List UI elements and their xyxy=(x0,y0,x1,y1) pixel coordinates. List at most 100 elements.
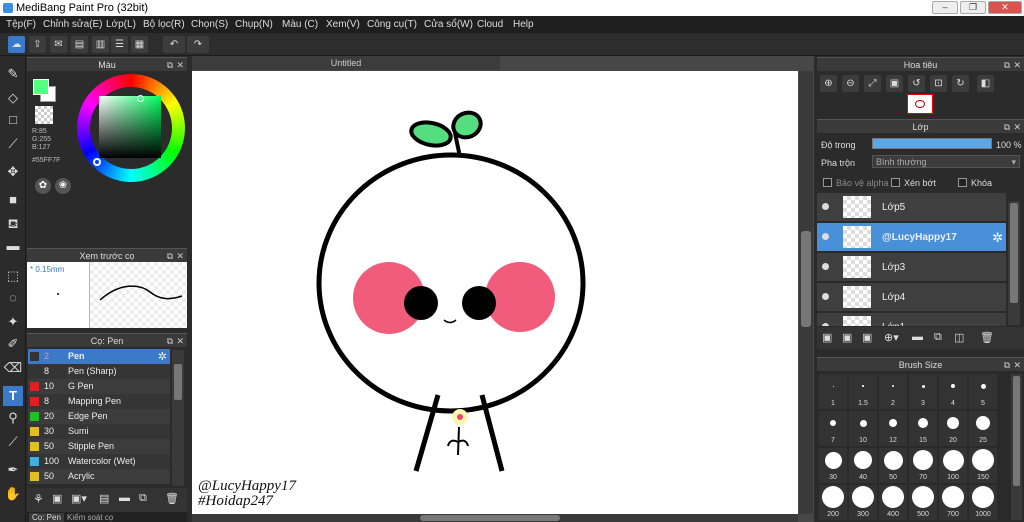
brush-item[interactable]: 50 Stipple Pen xyxy=(28,439,170,454)
minimize-button[interactable]: – xyxy=(932,1,958,14)
flip-icon[interactable]: ◧ xyxy=(977,75,994,92)
close-icon[interactable]: ✕ xyxy=(176,334,184,348)
layer-settings-icon[interactable]: ✲ xyxy=(992,230,1003,246)
gradient-tool-icon[interactable]: ▬ xyxy=(3,236,23,256)
brush-size-cell[interactable]: 2 xyxy=(879,374,907,409)
visibility-icon[interactable] xyxy=(822,293,829,300)
close-icon[interactable]: ✕ xyxy=(176,249,184,263)
magic-wand-icon[interactable]: ✦ xyxy=(3,312,23,332)
brush-size-cell[interactable]: 1.5 xyxy=(849,374,877,409)
visibility-icon[interactable] xyxy=(822,263,829,270)
brush-size-cell[interactable]: 300 xyxy=(849,485,877,520)
brush-item[interactable]: 10 G Pen xyxy=(28,379,170,394)
saturation-square[interactable] xyxy=(99,96,161,158)
close-icon[interactable]: ✕ xyxy=(1013,358,1021,372)
close-button[interactable]: ✕ xyxy=(988,1,1022,14)
color-picker-icon[interactable]: ❀ xyxy=(55,178,71,194)
eyedropper-icon[interactable]: ✒ xyxy=(3,460,23,480)
comment-icon[interactable]: ✉ xyxy=(50,36,67,53)
brush-menu-icon[interactable]: ▣▾ xyxy=(71,492,87,505)
list-icon[interactable]: ☰ xyxy=(111,36,128,53)
detach-icon[interactable]: ⧉ xyxy=(167,58,173,72)
brush-size-cell[interactable]: 15 xyxy=(909,411,937,446)
delete-layer-icon[interactable]: 🗑 xyxy=(980,331,994,344)
brush-item[interactable]: 8 Mapping Pen xyxy=(28,394,170,409)
close-icon[interactable]: ✕ xyxy=(176,58,184,72)
select-tool-icon[interactable]: ⬚ xyxy=(3,266,23,286)
brush-item[interactable]: 50 Acrylic xyxy=(28,469,170,484)
folder-icon[interactable]: ▬ xyxy=(119,492,130,504)
zoom-out-icon[interactable]: ⊖ xyxy=(842,75,859,92)
zoom-in-icon[interactable]: ⊕ xyxy=(820,75,837,92)
layer-row[interactable]: @LucyHappy17 ✲ xyxy=(817,223,1006,252)
brush-item[interactable]: 20 Edge Pen xyxy=(28,409,170,424)
layer-list-scrollbar[interactable] xyxy=(1008,201,1020,325)
cloud-icon[interactable]: ☁ xyxy=(8,36,25,53)
new-brush-icon[interactable]: ▣ xyxy=(52,492,62,505)
brush-tool-icon[interactable]: ✎ xyxy=(3,64,23,84)
new-halftone-layer-icon[interactable]: ▣ xyxy=(842,331,852,344)
menu-snap[interactable]: Chụp(N) xyxy=(235,19,273,30)
settings-icon[interactable]: ✲ xyxy=(158,350,167,363)
layer-folder-icon[interactable]: ▬ xyxy=(912,331,923,343)
menu-color[interactable]: Màu (C) xyxy=(282,19,318,30)
brush-size-cell[interactable]: 1000 xyxy=(969,485,997,520)
opacity-slider[interactable] xyxy=(872,138,992,149)
detach-icon[interactable]: ⧉ xyxy=(1004,58,1010,72)
menu-filter[interactable]: Bộ lọc(R) xyxy=(143,19,185,30)
brush-size-cell[interactable]: 70 xyxy=(909,448,937,483)
protect-alpha-checkbox[interactable] xyxy=(823,178,832,187)
brush-size-cell[interactable]: 100 xyxy=(939,448,967,483)
add-layer-menu-icon[interactable]: ⊕▾ xyxy=(884,331,899,344)
rotate-right-icon[interactable]: ↻ xyxy=(952,75,969,92)
lasso-tool-icon[interactable]: ◌ xyxy=(3,288,23,308)
brush-item[interactable]: 100 Watercolor (Wet) xyxy=(28,454,170,469)
clipping-checkbox[interactable] xyxy=(891,178,900,187)
transparent-swatch[interactable] xyxy=(35,106,53,124)
line-tool-icon[interactable]: ⟋ xyxy=(3,134,23,154)
brush-size-cell[interactable]: 50 xyxy=(879,448,907,483)
select-eraser-icon[interactable]: ⌫ xyxy=(3,358,23,378)
select-pen-icon[interactable]: ✐ xyxy=(3,334,23,354)
layer-row[interactable]: Lớp4 xyxy=(817,283,1006,312)
edit-brush-icon[interactable]: ▤ xyxy=(99,492,109,505)
brush-list-scrollbar[interactable] xyxy=(172,350,184,486)
brush-size-cell[interactable]: 7 xyxy=(819,411,847,446)
visibility-icon[interactable] xyxy=(822,203,829,210)
move-tool-icon[interactable]: ✥ xyxy=(3,162,23,182)
eraser-tool-icon[interactable]: ◇ xyxy=(3,88,23,108)
operation-tool-icon[interactable]: ⚲ xyxy=(3,408,23,428)
menu-layer[interactable]: Lớp(L) xyxy=(106,19,136,30)
brush-size-cell[interactable]: 700 xyxy=(939,485,967,520)
brush-size-cell[interactable]: 12 xyxy=(879,411,907,446)
detach-icon[interactable]: ⧉ xyxy=(167,249,173,263)
palette-icon[interactable]: ✿ xyxy=(35,178,51,194)
hand-tool-icon[interactable]: ✋ xyxy=(3,484,23,504)
rotate-left-icon[interactable]: ↺ xyxy=(908,75,925,92)
close-icon[interactable]: ✕ xyxy=(1013,58,1021,72)
layer-row[interactable]: Lớp3 xyxy=(817,253,1006,282)
brush-size-cell[interactable]: 5 xyxy=(969,374,997,409)
bucket-tool-icon[interactable]: ⛾ xyxy=(3,214,23,234)
brush-size-cell[interactable]: 40 xyxy=(849,448,877,483)
page-icon[interactable]: ▤ xyxy=(71,36,88,53)
brush-size-cell[interactable]: 400 xyxy=(879,485,907,520)
trash-icon[interactable]: 🗑 xyxy=(165,492,179,505)
brush-size-cell[interactable]: 200 xyxy=(819,485,847,520)
dot-tool-icon[interactable]: □ xyxy=(3,110,23,130)
fill-rect-tool-icon[interactable]: ■ xyxy=(3,190,23,210)
new-layer-icon[interactable]: ▣ xyxy=(822,331,832,344)
tab-brush-control[interactable]: Kiểm soát cọ xyxy=(67,513,113,522)
brush-size-cell[interactable]: 25 xyxy=(969,411,997,446)
canvas-tab[interactable]: Untitled xyxy=(192,56,500,70)
redo-icon[interactable]: ↷ xyxy=(187,36,209,53)
lock-checkbox[interactable] xyxy=(958,178,967,187)
canvas-hscroll[interactable] xyxy=(192,514,798,522)
menu-select[interactable]: Chọn(S) xyxy=(191,19,228,30)
duplicate-layer-icon[interactable]: ⧉ xyxy=(934,331,942,344)
brush-size-cell[interactable]: 20 xyxy=(939,411,967,446)
brush-size-cell[interactable]: 10 xyxy=(849,411,877,446)
brush-size-cell[interactable]: 30 xyxy=(819,448,847,483)
undo-icon[interactable]: ↶ xyxy=(163,36,185,53)
duplicate-icon[interactable]: ⧉ xyxy=(139,492,147,505)
